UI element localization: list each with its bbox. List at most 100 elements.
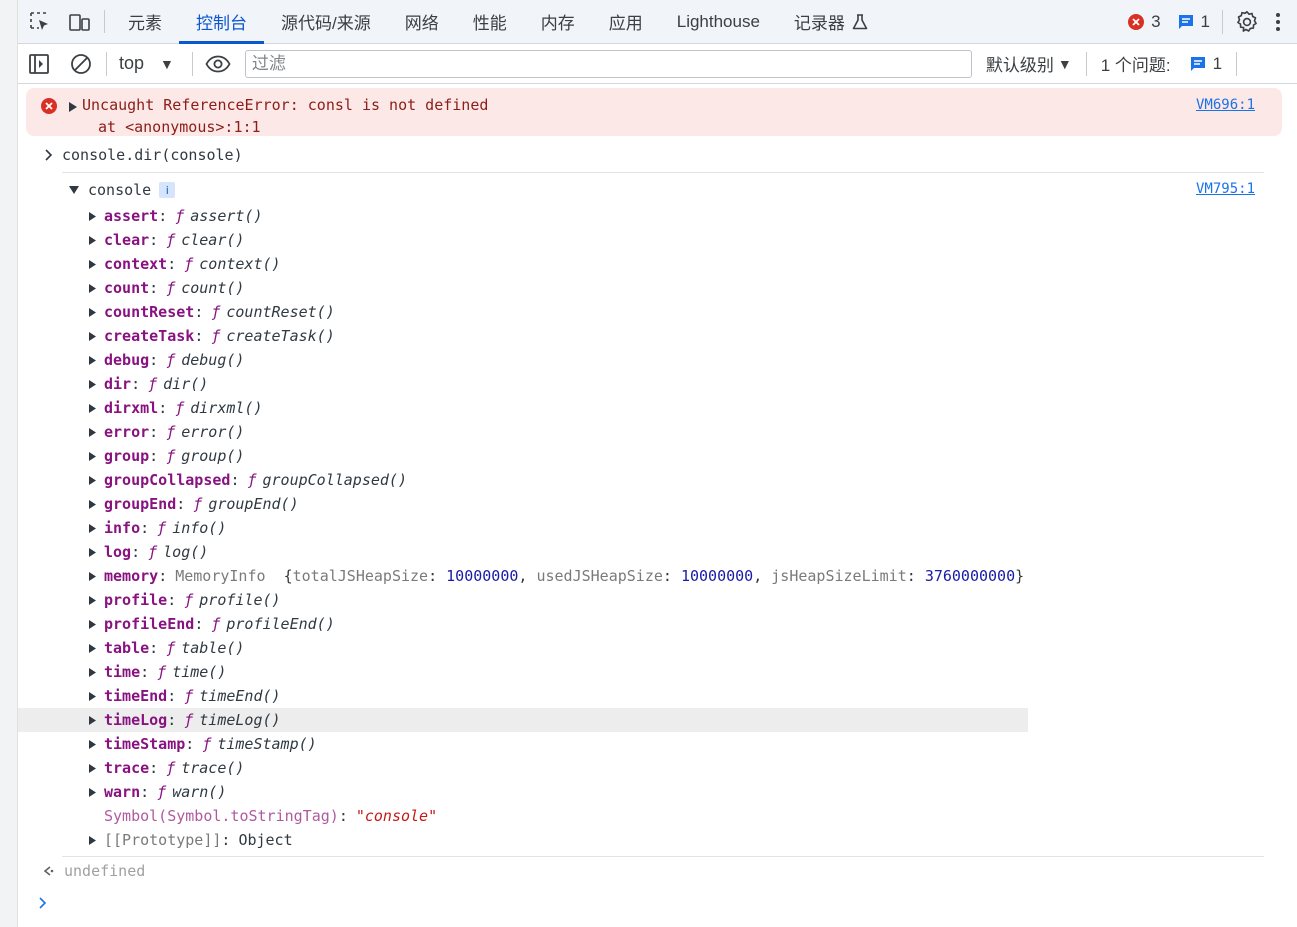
property-row[interactable]: error: ƒ error() xyxy=(18,420,1028,444)
result-value: undefined xyxy=(64,862,146,880)
clear-console-button[interactable] xyxy=(60,44,102,84)
expand-triangle-icon[interactable] xyxy=(88,787,97,798)
message-counter[interactable]: 1 xyxy=(1177,12,1210,32)
tab-5[interactable]: 内存 xyxy=(524,0,592,43)
settings-button[interactable] xyxy=(1235,10,1259,34)
property-row[interactable]: groupCollapsed: ƒ groupCollapsed() xyxy=(18,468,1028,492)
property-row[interactable]: warn: ƒ warn() xyxy=(18,780,1028,804)
property-key: count xyxy=(104,279,150,297)
property-row[interactable]: trace: ƒ trace() xyxy=(18,756,1028,780)
colon: : xyxy=(194,615,204,633)
property-row[interactable]: groupEnd: ƒ groupEnd() xyxy=(18,492,1028,516)
expand-triangle-icon[interactable] xyxy=(88,403,97,414)
function-icon: ƒ xyxy=(157,783,167,801)
property-row-prototype[interactable]: [[Prototype]]: Object xyxy=(18,828,1028,852)
function-icon: ƒ xyxy=(184,591,194,609)
expand-triangle-icon[interactable] xyxy=(88,259,97,270)
property-row-memory[interactable]: memory: MemoryInfo {totalJSHeapSize: 1000… xyxy=(18,564,1028,588)
field-value: 3760000000 xyxy=(924,567,1016,585)
expand-triangle-icon[interactable] xyxy=(88,211,97,222)
tab-3[interactable]: 网络 xyxy=(388,0,456,43)
expand-triangle-icon[interactable] xyxy=(88,499,97,510)
tab-0[interactable]: 元素 xyxy=(111,0,179,43)
object-source-link[interactable]: VM795:1 xyxy=(1196,181,1255,197)
inspect-element-icon[interactable] xyxy=(18,0,62,43)
function-signature: clear() xyxy=(181,231,245,249)
field-key: totalJSHeapSize xyxy=(292,567,429,585)
tab-1[interactable]: 控制台 xyxy=(179,0,264,44)
expand-triangle-icon[interactable] xyxy=(68,99,78,117)
tab-2[interactable]: 源代码/来源 xyxy=(264,0,388,43)
expand-triangle-icon[interactable] xyxy=(88,523,97,534)
property-row[interactable]: createTask: ƒ createTask() xyxy=(18,324,1028,348)
property-row[interactable]: countReset: ƒ countReset() xyxy=(18,300,1028,324)
expand-triangle-icon[interactable] xyxy=(88,571,97,582)
brace-close: } xyxy=(1015,567,1025,585)
object-header[interactable]: console i xyxy=(68,181,176,199)
property-row[interactable]: count: ƒ count() xyxy=(18,276,1028,300)
expand-triangle-icon[interactable] xyxy=(88,307,97,318)
colon: : xyxy=(194,327,204,345)
property-row[interactable]: time: ƒ time() xyxy=(18,660,1028,684)
error-source-link[interactable]: VM696:1 xyxy=(1196,97,1255,113)
property-row[interactable]: context: ƒ context() xyxy=(18,252,1028,276)
tab-7[interactable]: Lighthouse xyxy=(660,0,777,43)
property-row[interactable]: profileEnd: ƒ profileEnd() xyxy=(18,612,1028,636)
expand-triangle-icon[interactable] xyxy=(88,427,97,438)
property-row[interactable]: dirxml: ƒ dirxml() xyxy=(18,396,1028,420)
colon: : xyxy=(149,279,159,297)
symbol-key: Symbol(Symbol.toStringTag) xyxy=(104,807,339,825)
device-toolbar-icon[interactable] xyxy=(62,0,98,43)
console-prompt[interactable] xyxy=(38,896,48,910)
colon: : xyxy=(158,399,168,417)
expand-triangle-icon[interactable] xyxy=(88,475,97,486)
property-row[interactable]: timeStamp: ƒ timeStamp() xyxy=(18,732,1028,756)
property-row[interactable]: dir: ƒ dir() xyxy=(18,372,1028,396)
expand-triangle-icon[interactable] xyxy=(88,379,97,390)
tab-6[interactable]: 应用 xyxy=(592,0,660,43)
expand-triangle-icon[interactable] xyxy=(88,331,97,342)
error-message[interactable]: Uncaught ReferenceError: consl is not de… xyxy=(26,88,1282,136)
function-signature: group() xyxy=(181,447,245,465)
property-row[interactable]: info: ƒ info() xyxy=(18,516,1028,540)
expand-triangle-icon[interactable] xyxy=(88,643,97,654)
expand-triangle-icon[interactable] xyxy=(88,835,97,846)
log-level-value: 默认级别 xyxy=(985,56,1054,75)
expand-triangle-icon[interactable] xyxy=(88,667,97,678)
error-counter[interactable]: 3 xyxy=(1127,12,1161,32)
expand-triangle-icon[interactable] xyxy=(88,547,97,558)
sidebar-toggle-button[interactable] xyxy=(18,44,60,84)
tab-4[interactable]: 性能 xyxy=(456,0,524,43)
expand-triangle-icon[interactable] xyxy=(88,595,97,606)
property-row[interactable]: clear: ƒ clear() xyxy=(18,228,1028,252)
expand-triangle-icon[interactable] xyxy=(88,283,97,294)
property-row[interactable]: debug: ƒ debug() xyxy=(18,348,1028,372)
property-row[interactable]: timeEnd: ƒ timeEnd() xyxy=(18,684,1028,708)
error-text: Uncaught ReferenceError: consl is not de… xyxy=(82,96,489,114)
sidebar-icon xyxy=(29,53,49,74)
property-key: dirxml xyxy=(104,399,159,417)
expand-triangle-icon[interactable] xyxy=(88,715,97,726)
property-row[interactable]: timeLog: ƒ timeLog() xyxy=(18,708,1028,732)
expand-triangle-icon[interactable] xyxy=(88,355,97,366)
expand-triangle-icon[interactable] xyxy=(88,451,97,462)
tab-8[interactable]: 记录器 xyxy=(777,0,886,43)
expand-triangle-icon[interactable] xyxy=(88,763,97,774)
filter-input[interactable] xyxy=(244,49,972,78)
more-options-button[interactable] xyxy=(1275,12,1281,32)
property-row[interactable]: profile: ƒ profile() xyxy=(18,588,1028,612)
context-selector[interactable]: top ▼ xyxy=(111,53,188,74)
issues-button[interactable]: 1 个问题: 1 xyxy=(1101,51,1222,76)
expand-triangle-icon[interactable] xyxy=(88,739,97,750)
property-row[interactable]: assert: ƒ assert() xyxy=(18,204,1028,228)
expand-triangle-icon[interactable] xyxy=(88,619,97,630)
expand-triangle-icon[interactable] xyxy=(88,235,97,246)
property-row[interactable]: log: ƒ log() xyxy=(18,540,1028,564)
live-expression-button[interactable] xyxy=(197,44,239,84)
info-icon[interactable]: i xyxy=(159,182,176,198)
property-row[interactable]: table: ƒ table() xyxy=(18,636,1028,660)
function-icon: ƒ xyxy=(166,231,176,249)
expand-triangle-icon[interactable] xyxy=(88,691,97,702)
property-row[interactable]: group: ƒ group() xyxy=(18,444,1028,468)
log-level-dropdown[interactable]: 默认级别 ▼ xyxy=(986,51,1072,76)
